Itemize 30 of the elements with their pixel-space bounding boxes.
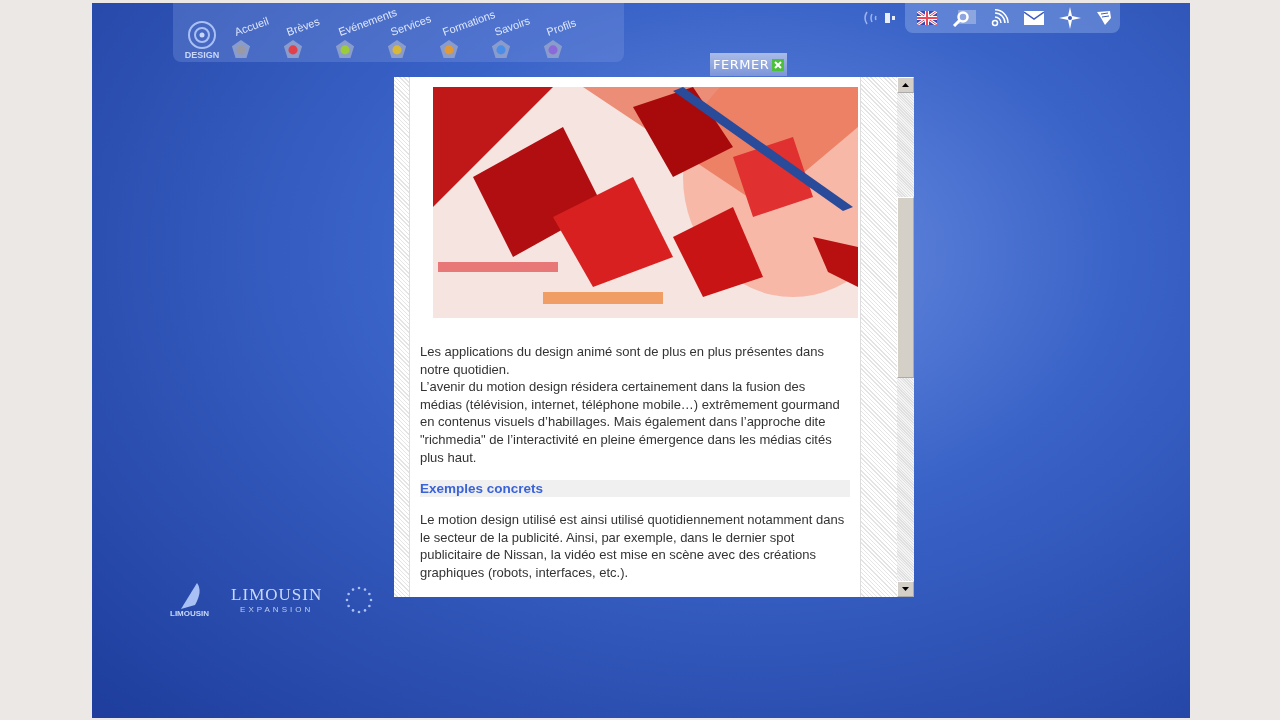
close-button[interactable]: FERMER	[710, 53, 788, 76]
up-arrow-icon	[902, 83, 909, 87]
nav-link[interactable]: Profils	[544, 16, 578, 38]
uk-flag-icon[interactable]	[917, 11, 937, 25]
logo-icon	[186, 20, 218, 50]
paragraph: Le motion design utilisé est ainsi utilisé quotidiennement notamment dans le secteur de la publicité. Ainsi, par exemple, dans le dernier spot publicitaire de Nissan, la vidéo est mise en scène avec des créations graphiques (robots, interfaces, etc.).	[420, 511, 846, 582]
pentagon-icon[interactable]	[231, 39, 251, 59]
logo-text: LIMOUSIN	[231, 585, 323, 605]
stars-circle-icon	[344, 584, 375, 615]
nav-link[interactable]: Brèves	[284, 15, 322, 38]
logo-text: LIMOUSIN	[170, 609, 210, 618]
rss-icon[interactable]	[991, 9, 1009, 27]
search-icon[interactable]	[952, 9, 976, 27]
scroll-up-button[interactable]	[897, 77, 914, 93]
mail-icon[interactable]	[1024, 11, 1044, 25]
section-heading: Exemples concrets	[420, 480, 850, 498]
sound-icon[interactable]	[863, 9, 897, 27]
close-icon	[772, 58, 785, 71]
paragraph: L’avenir du motion design résidera certainement dans la fusion des médias (télévision, internet, téléphone mobile…) extrêmement gourmand en contenus visuels d’habillages. Mais également dans l’approche dite "richmedia" de l’interactivité en pleine émergence dans les médias cités plus haut.	[420, 378, 841, 467]
logo-text: DESIGN	[184, 50, 220, 60]
scrollbar[interactable]	[897, 77, 914, 597]
pentagon-icon[interactable]	[439, 39, 459, 59]
pentagon-icon[interactable]	[387, 39, 407, 59]
scroll-down-button[interactable]	[897, 581, 914, 597]
pentagon-icon[interactable]	[335, 39, 355, 59]
down-arrow-icon	[902, 587, 909, 591]
scroll-thumb[interactable]	[897, 197, 914, 378]
compass-icon[interactable]	[1059, 7, 1081, 29]
logo-subtext: EXPANSION	[240, 605, 314, 614]
paragraph: Les applications du design animé sont de plus en plus présentes dans notre quotidien.	[420, 343, 825, 379]
